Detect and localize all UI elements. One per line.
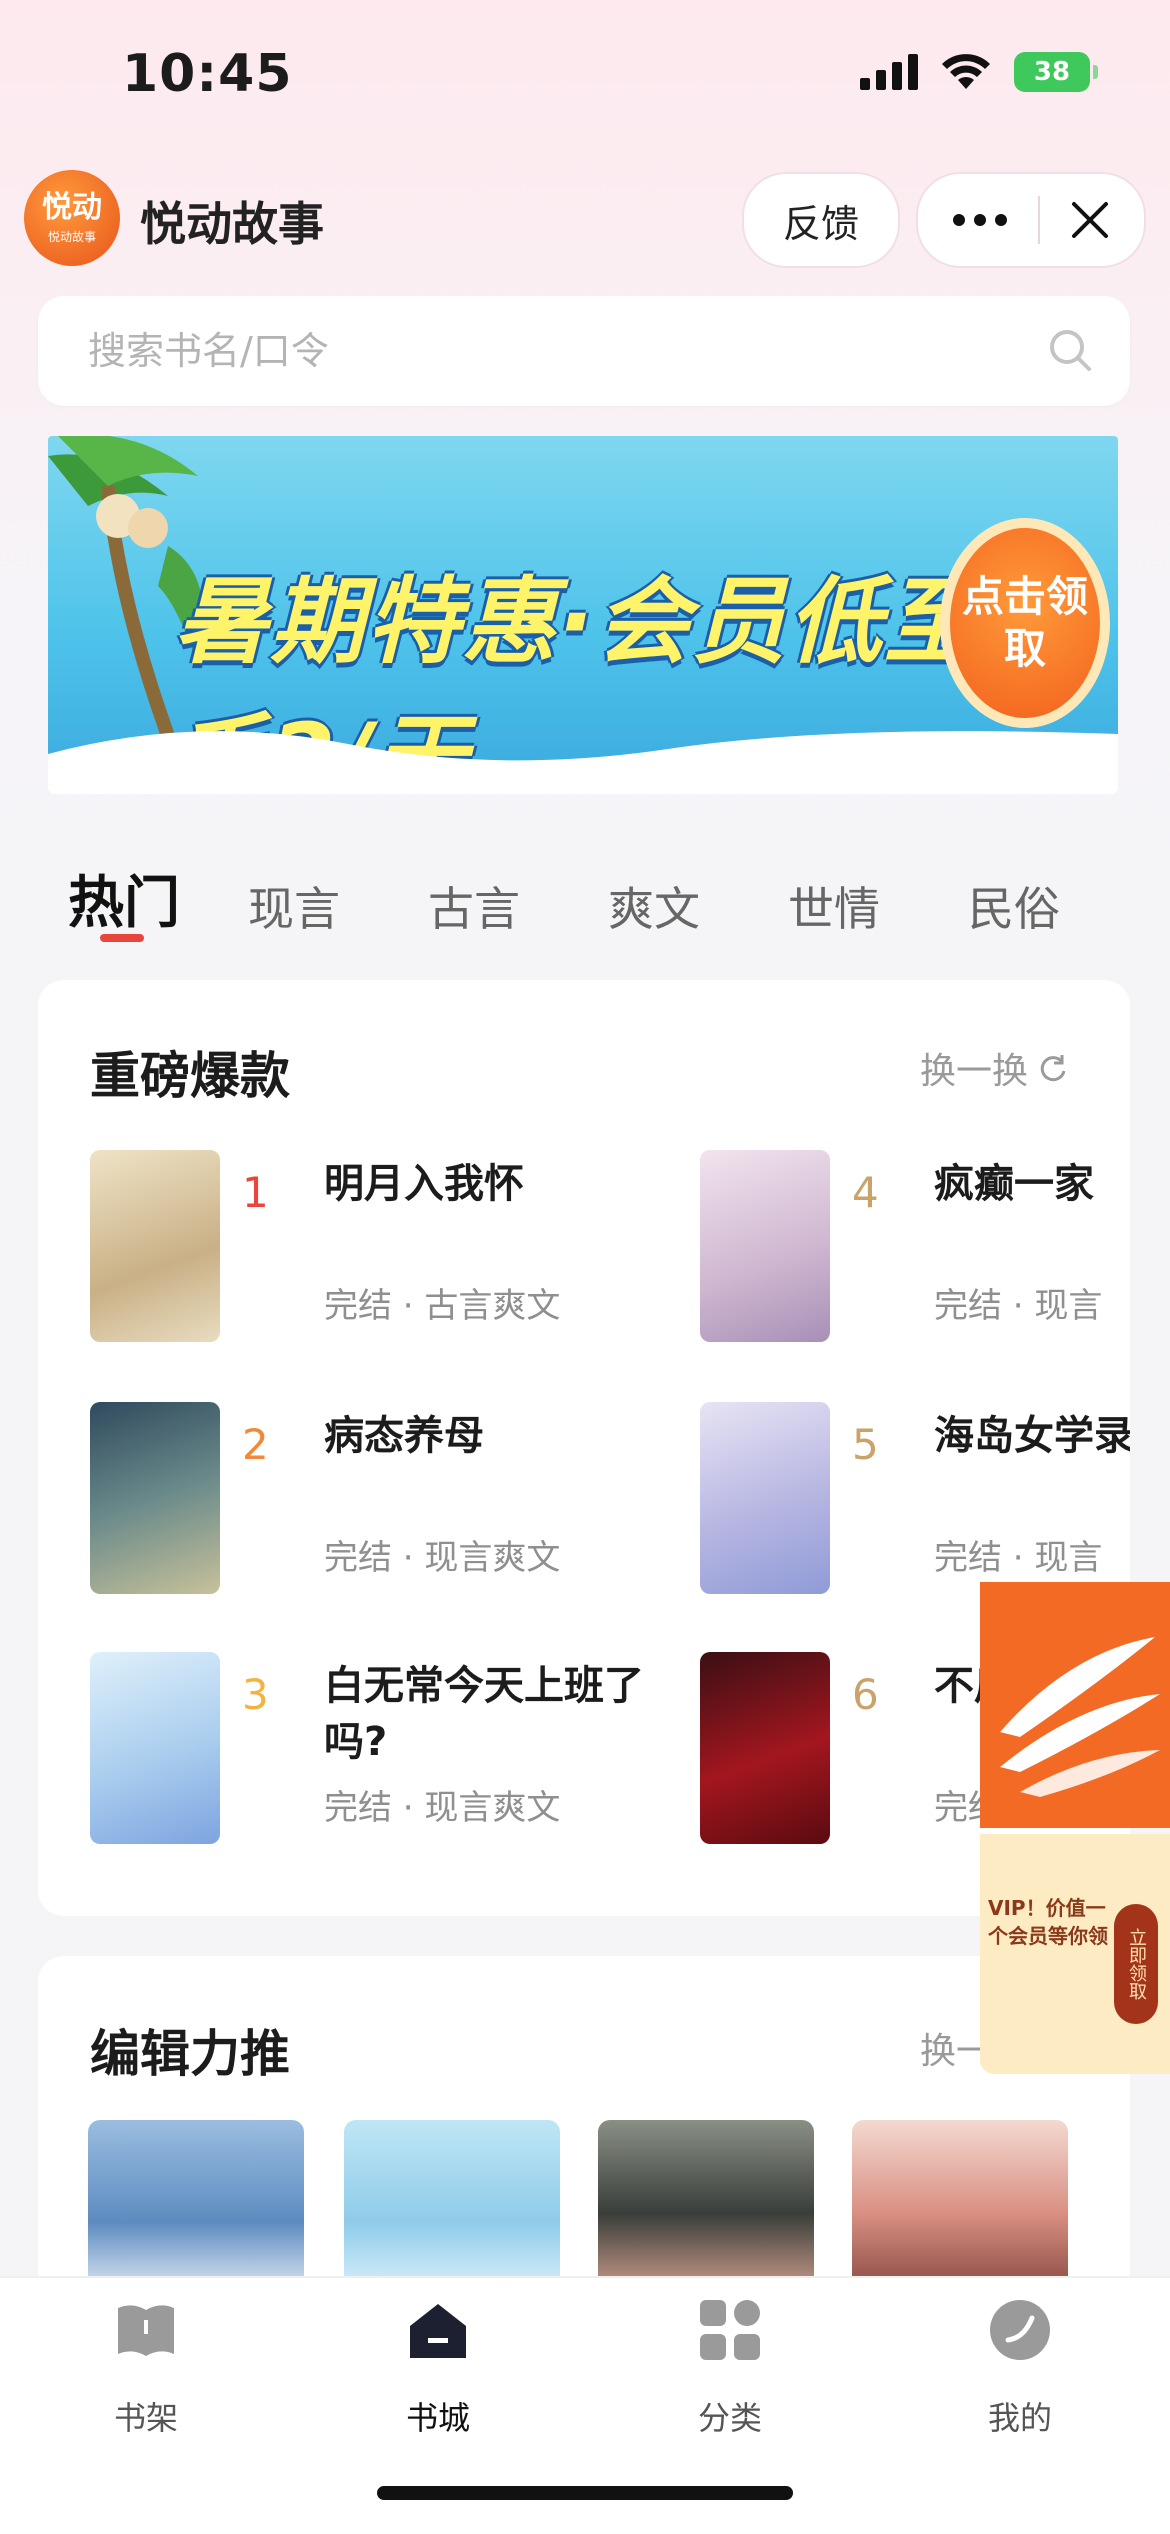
capsule-divider [1038,196,1040,244]
book-meta: 完结 · 现言 [934,1538,1103,1578]
app-logo: 悦动 悦动故事 [24,170,120,266]
book-rank: 4 [852,1168,879,1217]
book-meta: 完结 · 古言爽文 [324,1286,561,1326]
book-item[interactable]: 2 病态养母 完结 · 现言爽文 [90,1402,670,1602]
book-cover [90,1402,220,1594]
close-icon[interactable] [1070,200,1110,240]
book-cover[interactable] [344,2120,560,2290]
wifi-icon [942,54,990,89]
book-meta: 完结 · 现言爽文 [324,1788,561,1828]
feedback-button[interactable]: 反馈 [742,172,900,268]
book-cover[interactable] [88,2120,304,2290]
tab-society[interactable]: 世情 [788,873,968,939]
book-rank: 3 [242,1670,269,1719]
book-cover[interactable] [598,2120,814,2290]
book-rank: 2 [242,1420,269,1469]
signal-icon [860,54,918,90]
book-cover [700,1652,830,1844]
book-rank: 5 [852,1420,879,1469]
floating-ad-cta[interactable]: 立即领取 [1114,1904,1158,2024]
floating-ad-logo[interactable] [980,1582,1170,1828]
status-icons: 38 [860,52,1098,92]
book-rank: 1 [242,1168,269,1217]
home-indicator [377,2486,793,2500]
category-tabs: 热门 现言 古言 爽文 世情 民俗 [68,858,1148,939]
swoosh-icon [1000,1637,1160,1797]
more-icon[interactable] [952,213,1008,227]
book-cover [90,1652,220,1844]
tab-folklore[interactable]: 民俗 [968,873,1148,939]
tab-hot[interactable]: 热门 [68,858,248,939]
profile-icon [990,2300,1050,2360]
active-tab-indicator [100,934,144,942]
tab-ancient-romance[interactable]: 古言 [428,873,608,939]
book-title: 明月入我怀 [324,1161,524,1207]
section-title: 编辑力推 [90,2025,290,2083]
store-icon [410,2304,466,2358]
book-item[interactable]: 3 白无常今天上班了吗? 完结 · 现言爽文 [90,1652,670,1852]
book-item[interactable]: 4 疯癫一家 完结 · 现言 [700,1150,1130,1350]
book-meta: 完结 · 现言 [934,1286,1103,1326]
refresh-button[interactable]: 换一换 [920,1042,1068,1094]
floating-ad-vip[interactable]: VIP！价值一个会员等你领 立即领取 [980,1834,1170,2074]
book-cover [90,1150,220,1342]
banner-wave [48,731,1118,794]
battery-icon: 38 [1014,52,1098,92]
floating-ad-text: VIP！价值一个会员等你领 [988,1896,1108,1948]
book-icon [118,2305,174,2356]
book-title: 病态养母 [324,1413,484,1459]
app-title: 悦动故事 [140,197,324,251]
promo-banner[interactable]: 暑期特惠·会员低至1毛2/天 点击领取 [48,436,1118,794]
hot-section-card: 重磅爆款 换一换 1 明月入我怀 完结 · 古言爽文 2 病态养母 完结 · 现… [38,980,1130,1916]
search-icon[interactable] [1048,328,1092,372]
tab-modern-romance[interactable]: 现言 [248,873,428,939]
banner-cta-button[interactable]: 点击领取 [940,518,1110,728]
book-meta: 完结 · 现言爽文 [324,1538,561,1578]
book-cover [700,1150,830,1342]
refresh-icon [1040,1055,1066,1082]
book-title: 白无常今天上班了吗? [324,1663,644,1765]
status-time: 10:45 [122,44,293,104]
search-input[interactable] [86,328,990,374]
book-cover [700,1402,830,1594]
section-title: 重磅爆款 [90,1047,290,1105]
book-title: 海岛女学录 [934,1413,1130,1459]
book-rank: 6 [852,1670,879,1719]
mini-program-capsule [916,172,1146,268]
tab-satisfying[interactable]: 爽文 [608,873,788,939]
grid-icon [700,2300,760,2360]
book-item[interactable]: 5 海岛女学录 完结 · 现言 [700,1402,1130,1602]
book-title: 疯癫一家 [934,1161,1094,1207]
book-cover[interactable] [852,2120,1068,2290]
search-bar[interactable] [38,296,1130,406]
book-item[interactable]: 1 明月入我怀 完结 · 古言爽文 [90,1150,670,1350]
